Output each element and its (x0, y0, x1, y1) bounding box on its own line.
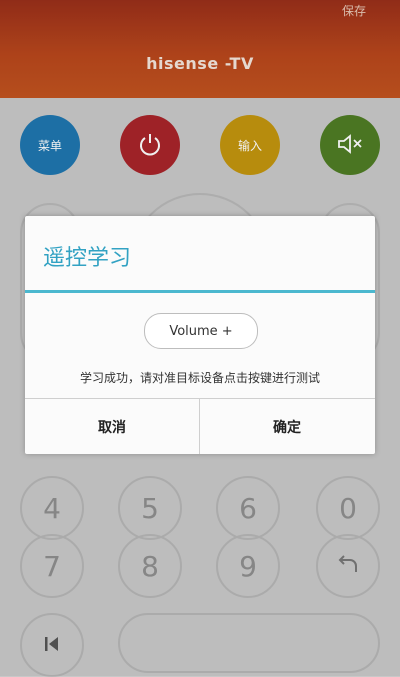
key-0[interactable]: 0 (316, 476, 380, 540)
mute-icon (335, 132, 365, 159)
skip-previous-icon (41, 629, 63, 662)
back-button[interactable] (316, 534, 380, 598)
media-control-bar[interactable] (118, 613, 380, 673)
confirm-button[interactable]: 确定 (200, 399, 374, 454)
key-8[interactable]: 8 (118, 534, 182, 598)
remote-learning-dialog: 遥控学习 Volume + 学习成功，请对准目标设备点击按键进行测试 取消 确定 (25, 216, 375, 454)
key-6[interactable]: 6 (216, 476, 280, 540)
mute-button[interactable] (320, 115, 380, 175)
device-title: hisense -TV (146, 54, 254, 73)
save-button[interactable]: 保存 (342, 2, 366, 19)
cancel-button[interactable]: 取消 (25, 399, 199, 454)
key-9[interactable]: 9 (216, 534, 280, 598)
dialog-message: 学习成功，请对准目标设备点击按键进行测试 (79, 371, 320, 385)
previous-button[interactable] (20, 613, 84, 677)
undo-icon (335, 550, 361, 583)
learned-key-pill: Volume + (144, 313, 258, 349)
key-4[interactable]: 4 (20, 476, 84, 540)
key-5[interactable]: 5 (118, 476, 182, 540)
input-label: 输入 (237, 138, 262, 153)
key-7[interactable]: 7 (20, 534, 84, 598)
power-button[interactable] (120, 115, 180, 175)
input-button[interactable]: 输入 (220, 115, 280, 175)
learned-key-label: Volume + (169, 323, 233, 339)
header: 保存 hisense -TV (0, 0, 400, 98)
menu-button[interactable]: 菜单 (20, 115, 80, 175)
dialog-title: 遥控学习 (43, 246, 132, 271)
title-divider (25, 290, 375, 293)
menu-label: 菜单 (37, 138, 62, 153)
remote-app: 保存 hisense -TV 菜单 输入 4 5 6 0 7 8 9 遥控学习 … (0, 0, 400, 677)
power-icon (136, 130, 164, 161)
